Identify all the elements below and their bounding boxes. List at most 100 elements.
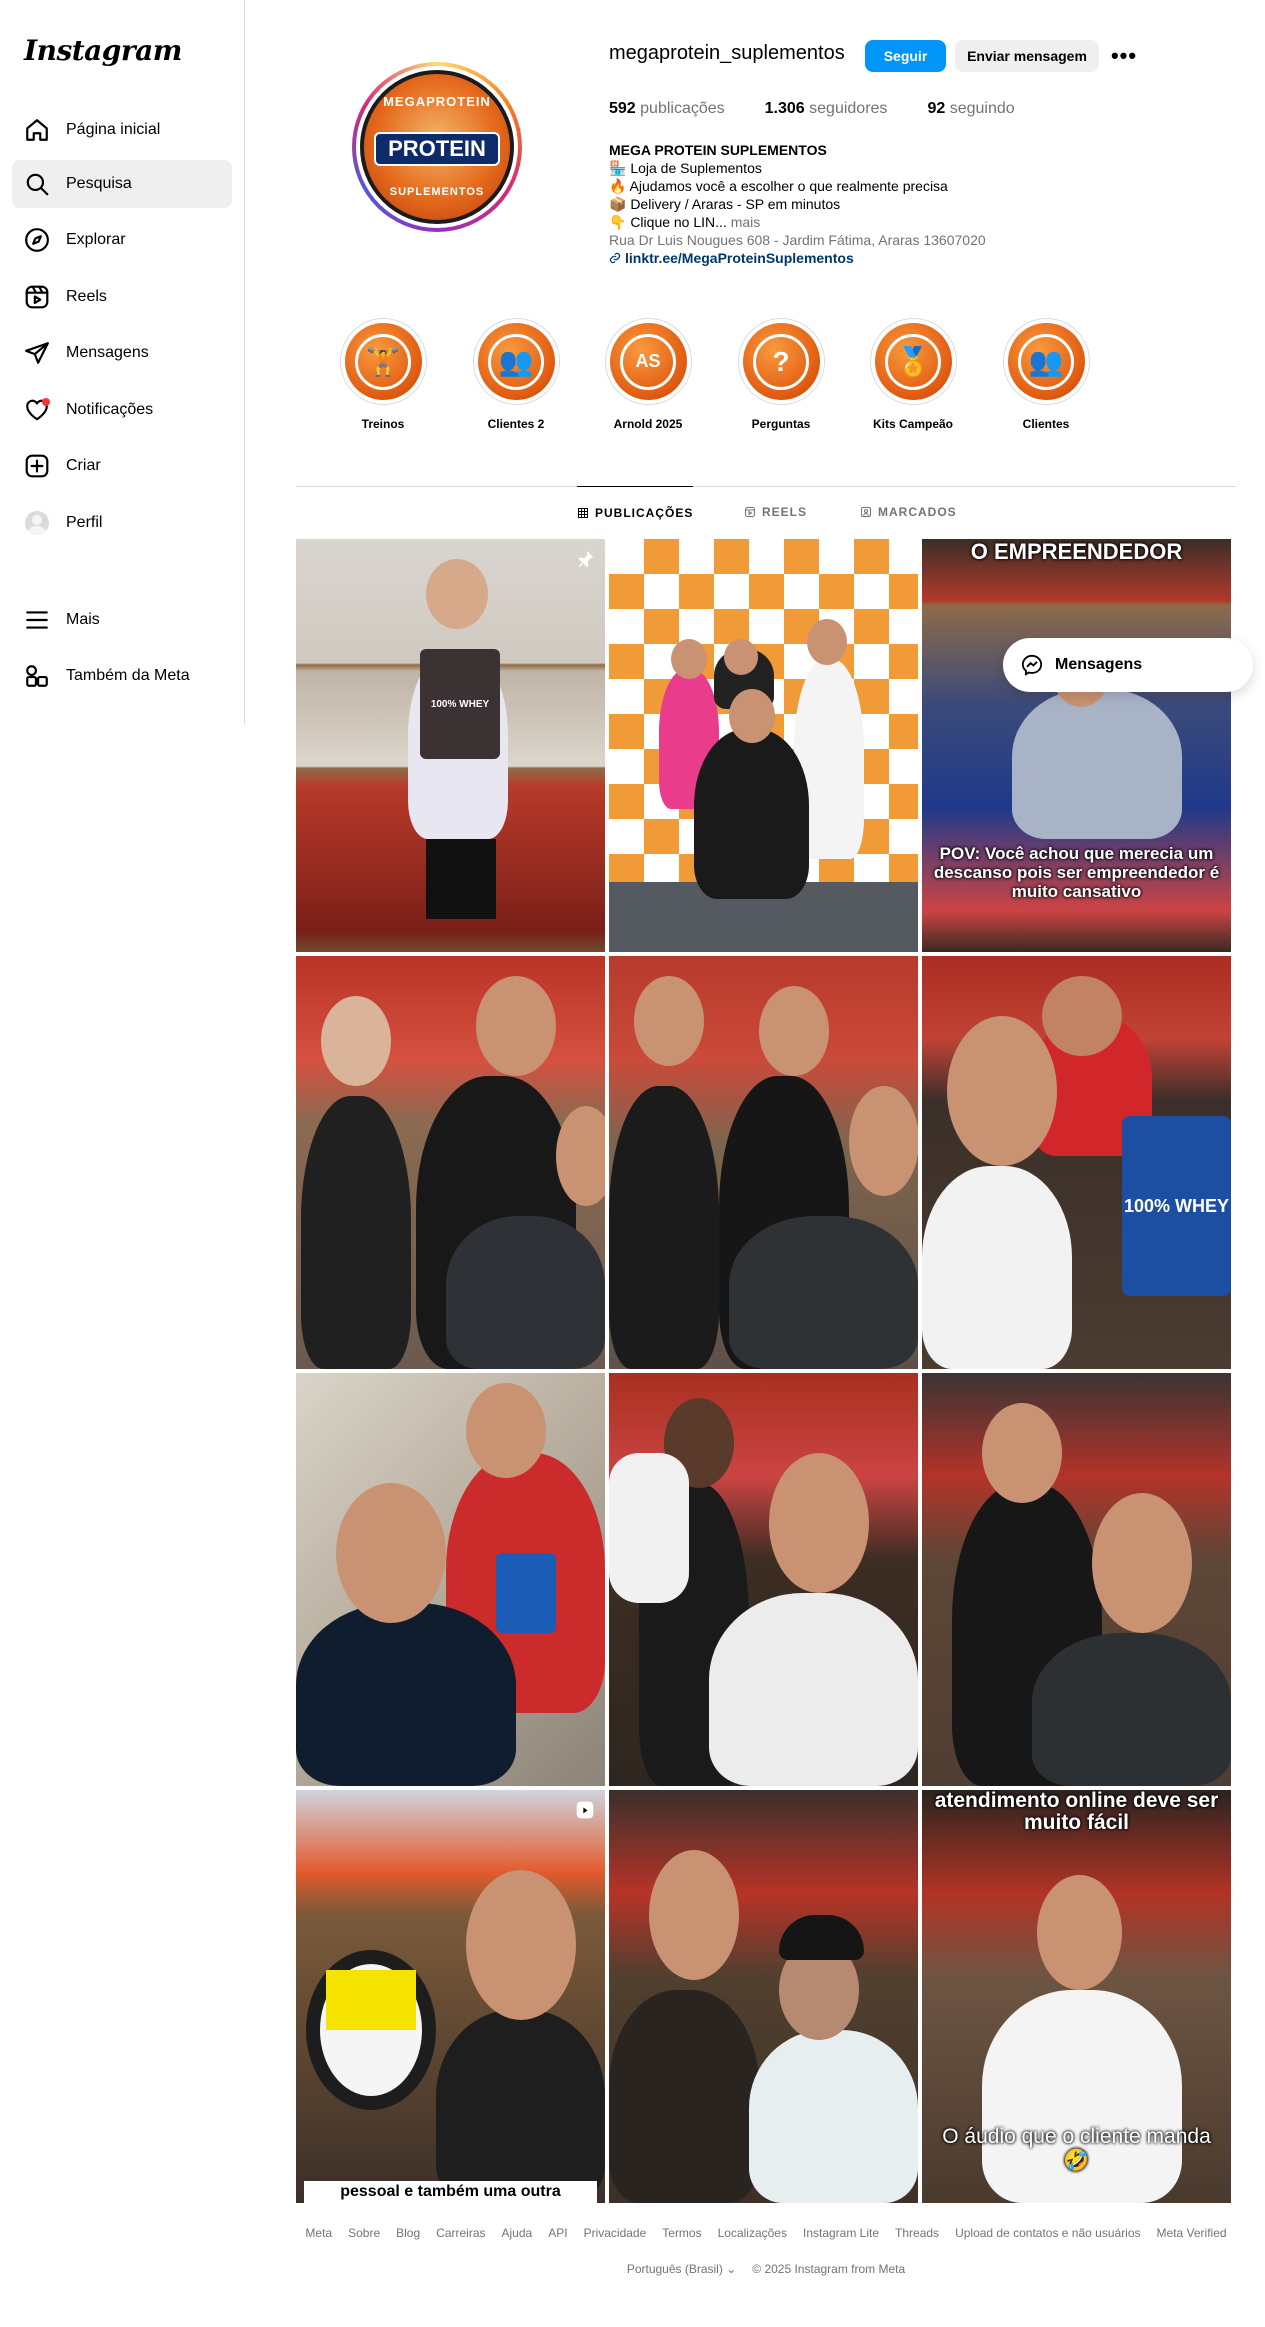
footer-link[interactable]: Carreiras: [436, 2226, 485, 2240]
post-thumbnail[interactable]: 100% WHEY: [922, 956, 1231, 1369]
instagram-logo[interactable]: Instagram: [24, 34, 182, 67]
footer-links: Meta Sobre Blog Carreiras Ajuda API Priv…: [296, 2226, 1236, 2240]
sidebar-item-home[interactable]: Página inicial: [12, 106, 232, 154]
post-thumbnail[interactable]: [609, 1790, 918, 2203]
highlight-clientes-2[interactable]: 👥 Clientes 2: [466, 318, 566, 431]
footer-link[interactable]: Privacidade: [584, 2226, 647, 2240]
sidebar-item-label: Mais: [66, 611, 100, 628]
pinned-icon: [888, 549, 908, 569]
sidebar-item-label: Explorar: [66, 231, 126, 248]
product-bag: 100% WHEY: [1122, 1116, 1231, 1296]
reels-icon: [24, 284, 50, 310]
highlight-arnold-2025[interactable]: AS Arnold 2025: [598, 318, 698, 431]
profile-username: megaprotein_suplementos: [609, 42, 845, 64]
post-thumbnail[interactable]: [609, 539, 918, 952]
meta-apps-icon: [24, 663, 50, 689]
bio-line: 🏪 Loja de Suplementos: [609, 160, 762, 176]
sidebar-item-label: Perfil: [66, 514, 103, 531]
post-caption: POV: Você achou que merecia um descanso …: [933, 844, 1220, 901]
chevron-down-icon: ⌄: [726, 2262, 737, 2276]
sidebar: Instagram Página inicial Pesquisa Explor…: [0, 0, 245, 725]
profile-pic-text-mid: PROTEIN: [374, 132, 500, 166]
pinned-icon: [575, 549, 595, 569]
sidebar-item-create[interactable]: Criar: [12, 442, 232, 490]
highlight-label: Treinos: [361, 417, 405, 431]
tab-tagged[interactable]: MARCADOS: [860, 486, 957, 538]
sidebar-item-search[interactable]: Pesquisa: [12, 160, 232, 208]
more-options-icon[interactable]: •••: [1110, 42, 1138, 70]
send-message-button[interactable]: Enviar mensagem: [955, 40, 1099, 72]
highlight-icon: 👥: [488, 333, 544, 390]
avatar-icon: [24, 510, 50, 536]
highlight-perguntas[interactable]: ? Perguntas: [731, 318, 831, 431]
highlight-label: Clientes 2: [487, 417, 545, 431]
sidebar-item-reels[interactable]: Reels: [12, 273, 232, 321]
messenger-icon: [1021, 654, 1043, 676]
post-caption: pessoal e também uma outra: [304, 2181, 597, 2203]
sidebar-item-label: Reels: [66, 288, 107, 305]
sidebar-item-meta[interactable]: Também da Meta: [12, 652, 232, 700]
footer-link[interactable]: Meta: [305, 2226, 332, 2240]
footer-bottom: Português (Brasil) ⌄ © 2025 Instagram fr…: [296, 2262, 1236, 2276]
bio-link[interactable]: linktr.ee/MegaProteinSuplementos: [609, 249, 1029, 267]
sidebar-item-more[interactable]: Mais: [12, 596, 232, 644]
footer-link[interactable]: Localizações: [718, 2226, 787, 2240]
footer-link[interactable]: Upload de contatos e não usuários: [955, 2226, 1140, 2240]
sidebar-item-profile[interactable]: Perfil: [12, 499, 232, 547]
language-selector[interactable]: Português (Brasil) ⌄: [627, 2262, 736, 2276]
search-icon: [24, 171, 50, 197]
post-thumbnail[interactable]: O EMPREENDEDOR POV: Você achou que merec…: [922, 539, 1231, 952]
tag-icon: [861, 507, 871, 517]
highlight-label: Clientes: [1022, 417, 1070, 431]
post-thumbnail[interactable]: atendimento online deve ser muito fácil …: [922, 1790, 1231, 2203]
footer-link[interactable]: Blog: [396, 2226, 420, 2240]
posts-count: 592 publicações: [609, 100, 725, 117]
footer-link[interactable]: Instagram Lite: [803, 2226, 879, 2240]
highlight-icon: 🏅: [885, 333, 941, 390]
sidebar-item-notifications[interactable]: Notificações: [12, 386, 232, 434]
sidebar-item-label: Notificações: [66, 401, 154, 418]
post-caption: atendimento online deve ser muito fácil: [934, 1790, 1219, 1834]
sidebar-item-messages[interactable]: Mensagens: [12, 329, 232, 377]
sidebar-item-label: Pesquisa: [66, 175, 132, 192]
post-thumbnail[interactable]: pessoal e também uma outra: [296, 1790, 605, 2203]
followers-count[interactable]: 1.306 seguidores: [765, 100, 888, 118]
post-thumbnail[interactable]: [296, 1373, 605, 1786]
follow-button[interactable]: Seguir: [865, 40, 946, 72]
profile-pic-text-bottom: SUPLEMENTOS: [389, 186, 485, 198]
following-count[interactable]: 92 seguindo: [927, 100, 1014, 118]
post-thumbnail[interactable]: [609, 956, 918, 1369]
send-icon: [24, 340, 50, 366]
bio-address: Rua Dr Luis Nougues 608 - Jardim Fátima,…: [609, 232, 986, 248]
profile-picture[interactable]: MEGAPROTEIN PROTEIN SUPLEMENTOS: [352, 62, 522, 232]
post-thumbnail[interactable]: [296, 956, 605, 1369]
profile-display-name: MEGA PROTEIN SUPLEMENTOS: [609, 142, 827, 158]
highlight-icon: AS: [620, 333, 676, 390]
profile-stats: 592 publicações 1.306 seguidores 92 segu…: [609, 100, 1015, 118]
bio-line: 👇 Clique no LIN... mais: [609, 214, 761, 230]
highlight-clientes[interactable]: 👥 Clientes: [996, 318, 1096, 431]
tab-reels[interactable]: REELS: [744, 486, 807, 538]
sidebar-item-label: Também da Meta: [66, 667, 190, 684]
footer-link[interactable]: API: [548, 2226, 567, 2240]
sidebar-item-label: Criar: [66, 457, 101, 474]
messages-floating-button[interactable]: Mensagens: [1003, 638, 1253, 692]
post-thumbnail[interactable]: [922, 1373, 1231, 1786]
highlight-icon: 🏋: [355, 333, 411, 390]
post-thumbnail[interactable]: [609, 1373, 918, 1786]
sidebar-item-explore[interactable]: Explorar: [12, 216, 232, 264]
bio-line: 📦 Delivery / Araras - SP em minutos: [609, 196, 841, 212]
highlight-treinos[interactable]: 🏋 Treinos: [333, 318, 433, 431]
tab-posts[interactable]: PUBLICAÇÕES: [577, 486, 694, 538]
footer-link[interactable]: Sobre: [348, 2226, 380, 2240]
product-bag: 100% WHEY: [420, 649, 500, 759]
footer-link[interactable]: Threads: [895, 2226, 939, 2240]
footer-link[interactable]: Ajuda: [502, 2226, 533, 2240]
highlight-kits-campeao[interactable]: 🏅 Kits Campeão: [863, 318, 963, 431]
highlight-label: Perguntas: [751, 417, 811, 431]
link-icon: [609, 252, 621, 264]
footer-link[interactable]: Meta Verified: [1157, 2226, 1227, 2240]
bio-more-link[interactable]: mais: [731, 214, 761, 230]
footer-link[interactable]: Termos: [662, 2226, 701, 2240]
post-thumbnail[interactable]: 100% WHEY: [296, 539, 605, 952]
